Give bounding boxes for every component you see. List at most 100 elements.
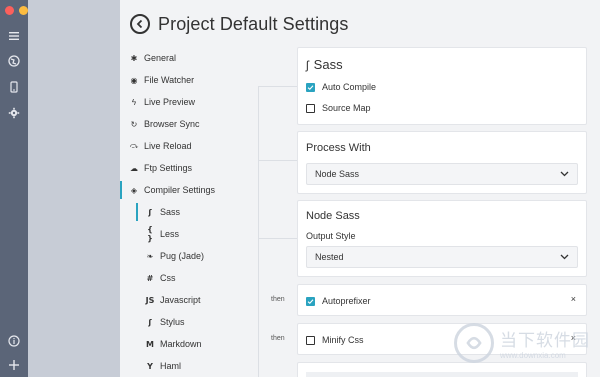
nav-sub-javascript[interactable]: JS Javascript bbox=[120, 289, 290, 311]
nav-item-label: File Watcher bbox=[144, 75, 195, 85]
braces-icon: { } bbox=[147, 225, 153, 243]
card-title: Node Sass bbox=[306, 210, 360, 222]
checkbox-checked[interactable] bbox=[306, 82, 315, 92]
page-title: Project Default Settings bbox=[158, 13, 349, 34]
sass-icon: ʃ bbox=[306, 57, 309, 72]
nav-item-label: Live Reload bbox=[144, 141, 192, 151]
app-rail bbox=[0, 0, 28, 377]
check-icon bbox=[307, 298, 314, 304]
autoprefixer-card: Autoprefixer × bbox=[297, 284, 587, 316]
close-window-button[interactable] bbox=[5, 6, 14, 15]
auto-compile-label: Auto Compile bbox=[322, 82, 377, 92]
watermark: 当下软件园 www.downxia.com bbox=[454, 323, 590, 363]
chevron-down-icon bbox=[560, 171, 569, 177]
nav-item-label: Less bbox=[160, 229, 180, 239]
next-card-field bbox=[306, 372, 578, 377]
source-map-label: Source Map bbox=[322, 103, 371, 113]
nav-sub-markdown[interactable]: M Markdown bbox=[120, 333, 290, 355]
node-sass-card: Node Sass Output Style Nested bbox=[297, 200, 587, 277]
minimize-window-button[interactable] bbox=[19, 6, 28, 15]
nav-item-label: General bbox=[144, 53, 177, 63]
then-label: then bbox=[271, 296, 285, 303]
nav-item-label: Sass bbox=[160, 207, 181, 217]
gear-icon[interactable] bbox=[7, 106, 21, 120]
auto-compile-checkbox[interactable]: Auto Compile bbox=[306, 82, 376, 92]
nav-sub-less[interactable]: { } Less bbox=[120, 223, 290, 245]
chevron-down-icon bbox=[560, 254, 569, 260]
sass-card-header: ʃ Sass bbox=[306, 57, 343, 72]
select-value: Nested bbox=[315, 252, 344, 262]
watermark-brand: 当下软件园 bbox=[500, 331, 590, 351]
pipeline-connector bbox=[258, 86, 259, 377]
checkbox-unchecked[interactable] bbox=[306, 103, 315, 113]
watermark-url: www.downxia.com bbox=[500, 351, 566, 360]
eye-icon: ◉ bbox=[130, 75, 138, 85]
nav-item-label: Ftp Settings bbox=[144, 163, 193, 173]
check-icon bbox=[307, 84, 314, 90]
back-button[interactable] bbox=[130, 14, 150, 34]
bolt-icon: ϟ bbox=[131, 97, 137, 107]
checkbox-checked[interactable] bbox=[306, 296, 315, 306]
sync-icon: ↻ bbox=[130, 119, 138, 129]
nav-item-browser-sync[interactable]: ↻ Browser Sync bbox=[120, 113, 290, 135]
stylus-icon: ʃ bbox=[148, 317, 152, 327]
markdown-icon: M bbox=[146, 339, 154, 349]
cloud-upload-icon: ☁ bbox=[130, 163, 138, 173]
js-icon: JS bbox=[145, 295, 155, 305]
nav-item-label: Stylus bbox=[160, 317, 185, 327]
card-title: Process With bbox=[306, 142, 371, 154]
pipeline-connector bbox=[258, 160, 297, 161]
globe-icon[interactable] bbox=[7, 54, 21, 68]
page-header: Project Default Settings bbox=[130, 10, 349, 38]
nav-sub-haml[interactable]: Y Haml bbox=[120, 355, 290, 377]
output-style-select[interactable]: Nested bbox=[306, 246, 578, 268]
haml-icon: Y bbox=[147, 361, 153, 371]
autoprefixer-label: Autoprefixer bbox=[322, 296, 371, 306]
nav-sub-sass[interactable]: ʃ Sass bbox=[120, 201, 290, 223]
layers-icon: ◈ bbox=[130, 185, 138, 195]
settings-main: Project Default Settings ✱ General ◉ Fil… bbox=[120, 0, 600, 377]
source-map-checkbox[interactable]: Source Map bbox=[306, 103, 371, 113]
nav-sub-css[interactable]: # Css bbox=[120, 267, 290, 289]
project-list-panel bbox=[28, 0, 120, 377]
reload-icon: ⤼ bbox=[129, 141, 139, 150]
gear-icon: ✱ bbox=[130, 53, 138, 63]
nav-item-label: Markdown bbox=[160, 339, 202, 349]
then-label: then bbox=[271, 335, 285, 342]
pug-icon: ❧ bbox=[146, 251, 154, 261]
nav-item-general[interactable]: ✱ General bbox=[120, 47, 290, 69]
plus-icon[interactable] bbox=[7, 358, 21, 372]
nav-item-label: Browser Sync bbox=[144, 119, 200, 129]
process-with-select[interactable]: Node Sass bbox=[306, 163, 578, 185]
sass-icon: ʃ bbox=[148, 207, 152, 217]
menu-icon[interactable] bbox=[7, 29, 21, 43]
remove-autoprefixer-button[interactable]: × bbox=[571, 294, 576, 304]
nav-sub-stylus[interactable]: ʃ Stylus bbox=[120, 311, 290, 333]
nav-item-label: Javascript bbox=[160, 295, 201, 305]
settings-nav: ✱ General ◉ File Watcher ϟ Live Preview … bbox=[120, 47, 290, 377]
nav-item-label: Pug (Jade) bbox=[160, 251, 205, 261]
nav-item-file-watcher[interactable]: ◉ File Watcher bbox=[120, 69, 290, 91]
device-icon[interactable] bbox=[7, 80, 21, 94]
nav-sub-pug[interactable]: ❧ Pug (Jade) bbox=[120, 245, 290, 267]
watermark-text: 当下软件园 www.downxia.com bbox=[500, 326, 590, 360]
minify-css-label: Minify Css bbox=[322, 335, 364, 345]
arrow-left-icon bbox=[136, 19, 143, 29]
info-icon[interactable] bbox=[7, 334, 21, 348]
nav-item-live-preview[interactable]: ϟ Live Preview bbox=[120, 91, 290, 113]
nav-item-live-reload[interactable]: ⤼ Live Reload bbox=[120, 135, 290, 157]
autoprefixer-checkbox[interactable]: Autoprefixer bbox=[306, 296, 371, 306]
nav-item-label: Haml bbox=[160, 361, 182, 371]
nav-item-label: Css bbox=[160, 273, 176, 283]
nav-item-label: Compiler Settings bbox=[144, 185, 216, 195]
card-title: Sass bbox=[313, 57, 343, 72]
watermark-logo-icon bbox=[454, 323, 494, 363]
nav-item-label: Live Preview bbox=[144, 97, 196, 107]
minify-css-checkbox[interactable]: Minify Css bbox=[306, 335, 364, 345]
nav-item-compiler-settings[interactable]: ◈ Compiler Settings bbox=[120, 179, 290, 201]
output-style-label: Output Style bbox=[306, 231, 356, 241]
pipeline-connector bbox=[258, 238, 297, 239]
sass-card: ʃ Sass Auto Compile Source Map bbox=[297, 47, 587, 125]
pipeline-connector bbox=[258, 86, 297, 87]
checkbox-unchecked[interactable] bbox=[306, 335, 315, 345]
